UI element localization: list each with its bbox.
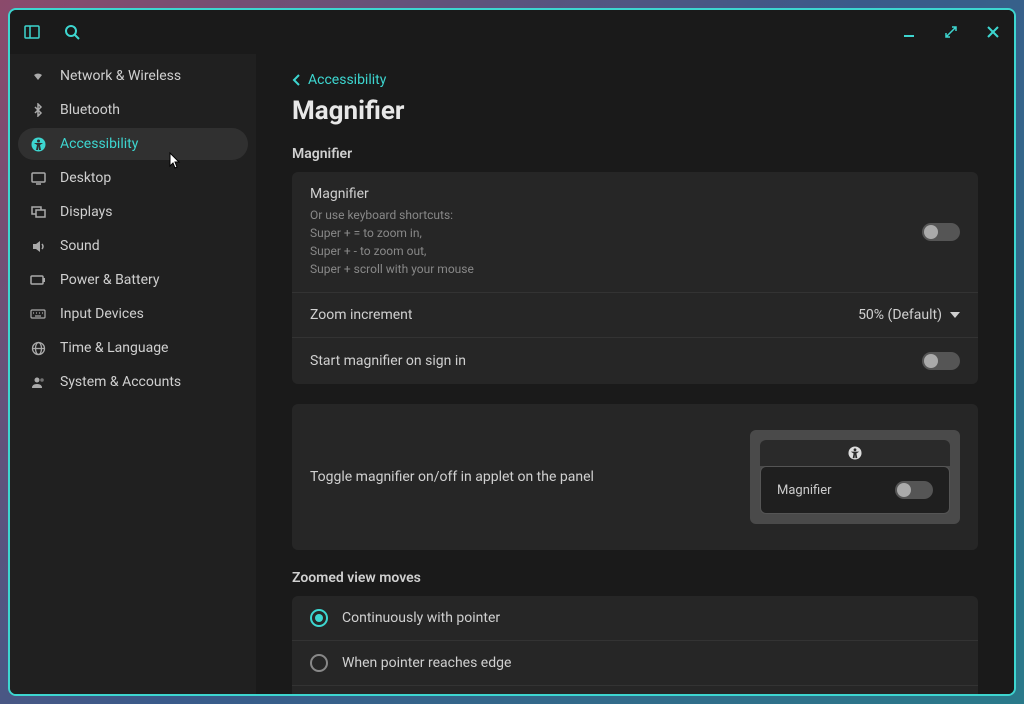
- sidebar-item-label: Network & Wireless: [60, 68, 181, 84]
- displays-icon: [30, 204, 46, 220]
- applet-header: [760, 440, 950, 466]
- sidebar: Network & Wireless Bluetooth Accessibili…: [10, 54, 256, 694]
- minimize-button[interactable]: [900, 23, 918, 41]
- chevron-down-icon: [950, 312, 960, 318]
- card-magnifier: Magnifier Or use keyboard shortcuts: Sup…: [292, 172, 978, 384]
- sidebar-item-label: Time & Language: [60, 340, 168, 356]
- applet-description: Toggle magnifier on/off in applet on the…: [310, 469, 594, 485]
- breadcrumb-parent: Accessibility: [308, 72, 386, 88]
- card-zoomed-view: Continuously with pointer When pointer r…: [292, 596, 978, 694]
- close-button[interactable]: [984, 23, 1002, 41]
- page-title: Magnifier: [292, 96, 978, 126]
- start-signin-label: Start magnifier on sign in: [310, 353, 466, 369]
- globe-icon: [30, 340, 46, 356]
- sidebar-item-label: Input Devices: [60, 306, 144, 322]
- radio-centered[interactable]: To keep pointer centered: [292, 686, 978, 694]
- sidebar-item-displays[interactable]: Displays: [18, 196, 248, 228]
- magnifier-toggle[interactable]: [922, 223, 960, 241]
- row-zoom-increment[interactable]: Zoom increment 50% (Default): [292, 293, 978, 338]
- sidebar-item-bluetooth[interactable]: Bluetooth: [18, 94, 248, 126]
- desktop-icon: [30, 170, 46, 186]
- breadcrumb[interactable]: Accessibility: [292, 72, 978, 88]
- wifi-icon: [30, 68, 46, 84]
- sidebar-item-accessibility[interactable]: Accessibility: [18, 128, 248, 160]
- titlebar: [10, 10, 1014, 54]
- row-magnifier-hints: Or use keyboard shortcuts: Super + = to …: [310, 206, 474, 278]
- keyboard-icon: [30, 306, 46, 322]
- sidebar-item-system[interactable]: System & Accounts: [18, 366, 248, 398]
- section-title-magnifier: Magnifier: [292, 146, 978, 162]
- battery-icon: [30, 272, 46, 288]
- sidebar-item-input[interactable]: Input Devices: [18, 298, 248, 330]
- sidebar-item-label: Accessibility: [60, 136, 138, 152]
- radio-icon: [310, 609, 328, 627]
- sound-icon: [30, 238, 46, 254]
- applet-body: Magnifier: [760, 466, 950, 514]
- radio-continuous[interactable]: Continuously with pointer: [292, 596, 978, 641]
- zoom-increment-label: Zoom increment: [310, 307, 412, 323]
- sidebar-item-label: Displays: [60, 204, 112, 220]
- main-panel: Accessibility Magnifier Magnifier Magnif…: [256, 54, 1014, 694]
- chevron-left-icon: [292, 73, 302, 87]
- applet-preview: Magnifier: [750, 430, 960, 524]
- row-magnifier-label: Magnifier: [310, 186, 474, 202]
- sidebar-item-sound[interactable]: Sound: [18, 230, 248, 262]
- users-icon: [30, 374, 46, 390]
- sidebar-item-desktop[interactable]: Desktop: [18, 162, 248, 194]
- sidebar-item-time[interactable]: Time & Language: [18, 332, 248, 364]
- panel-toggle-icon[interactable]: [22, 22, 42, 42]
- sidebar-item-label: Sound: [60, 238, 100, 254]
- sidebar-item-network[interactable]: Network & Wireless: [18, 60, 248, 92]
- search-icon[interactable]: [62, 22, 82, 42]
- row-magnifier-toggle: Magnifier Or use keyboard shortcuts: Sup…: [292, 172, 978, 293]
- start-signin-toggle[interactable]: [922, 352, 960, 370]
- section-title-zoomed: Zoomed view moves: [292, 570, 978, 586]
- card-applet: Toggle magnifier on/off in applet on the…: [292, 404, 978, 550]
- accessibility-icon: [848, 446, 862, 460]
- bluetooth-icon: [30, 102, 46, 118]
- sidebar-item-label: Bluetooth: [60, 102, 120, 118]
- applet-toggle[interactable]: [895, 481, 933, 499]
- sidebar-item-label: System & Accounts: [60, 374, 181, 390]
- radio-icon: [310, 654, 328, 672]
- accessibility-icon: [30, 136, 46, 152]
- maximize-button[interactable]: [942, 23, 960, 41]
- settings-window: Network & Wireless Bluetooth Accessibili…: [8, 8, 1016, 696]
- sidebar-item-label: Desktop: [60, 170, 111, 186]
- radio-edge[interactable]: When pointer reaches edge: [292, 641, 978, 686]
- sidebar-item-label: Power & Battery: [60, 272, 159, 288]
- applet-body-label: Magnifier: [777, 483, 832, 498]
- zoom-increment-dropdown[interactable]: 50% (Default): [858, 307, 960, 323]
- row-start-signin: Start magnifier on sign in: [292, 338, 978, 384]
- sidebar-item-power[interactable]: Power & Battery: [18, 264, 248, 296]
